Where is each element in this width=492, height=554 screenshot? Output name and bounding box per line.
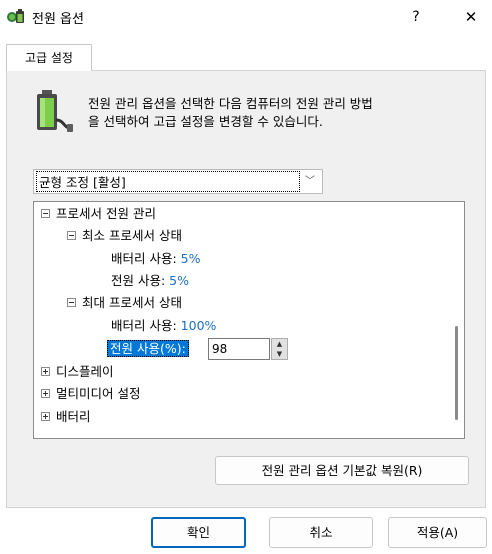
power-plan-dropdown[interactable]: 균형 조정 [활성] ﹀ — [33, 169, 323, 194]
setting-label: 배터리 사용: — [111, 251, 177, 266]
max-plugged-spinner[interactable]: ▲ ▼ — [208, 338, 294, 360]
expand-icon[interactable] — [41, 389, 50, 398]
setting-value[interactable]: 5% — [169, 273, 189, 288]
ok-button[interactable]: 확인 — [151, 517, 246, 548]
chevron-down-icon[interactable]: ﹀ — [298, 170, 322, 193]
help-button[interactable]: ? — [404, 6, 428, 28]
tree-item-max-processor-state[interactable]: 최대 프로세서 상태 — [67, 292, 182, 314]
tree-item-label: 프로세서 전원 관리 — [56, 206, 156, 221]
tree-item-label: 배터리 — [56, 409, 91, 424]
cancel-button[interactable]: 취소 — [269, 517, 373, 548]
tree-item-label: 디스플레이 — [56, 364, 114, 379]
advanced-settings-tree[interactable]: 프로세서 전원 관리 최소 프로세서 상태 배터리 사용: 5% 전원 사용: … — [33, 201, 465, 439]
description-line-1: 전원 관리 옵션을 선택한 다음 컴퓨터의 전원 관리 방법 — [88, 96, 373, 111]
scrollbar-thumb[interactable] — [455, 326, 458, 420]
tree-item-max-plugged[interactable]: 전원 사용(%): — [107, 338, 189, 360]
setting-label: 전원 사용: — [111, 273, 166, 288]
battery-plug-icon — [34, 90, 74, 134]
tab-advanced-settings[interactable]: 고급 설정 — [6, 44, 92, 71]
expand-icon[interactable] — [41, 412, 50, 421]
tree-item-min-battery[interactable]: 배터리 사용: 5% — [111, 248, 201, 270]
description-line-2: 을 선택하여 고급 설정을 변경할 수 있습니다. — [88, 114, 323, 129]
setting-value[interactable]: 5% — [181, 251, 201, 266]
collapse-icon[interactable] — [67, 231, 76, 240]
collapse-icon[interactable] — [67, 298, 76, 307]
tree-item-multimedia[interactable]: 멀티미디어 설정 — [41, 383, 140, 405]
expand-icon[interactable] — [41, 367, 50, 376]
tree-item-processor-power[interactable]: 프로세서 전원 관리 — [41, 203, 156, 225]
tree-item-label: 최대 프로세서 상태 — [82, 295, 182, 310]
close-button[interactable]: ✕ — [458, 6, 484, 28]
description-text: 전원 관리 옵션을 선택한 다음 컴퓨터의 전원 관리 방법 을 선택하여 고급… — [88, 95, 478, 131]
tree-item-battery[interactable]: 배터리 — [41, 406, 91, 428]
setting-label: 배터리 사용: — [111, 318, 177, 333]
tree-item-label: 멀티미디어 설정 — [56, 386, 141, 401]
spin-up-icon[interactable]: ▲ — [272, 339, 287, 349]
tree-item-max-battery[interactable]: 배터리 사용: 100% — [111, 315, 216, 337]
tree-item-min-plugged[interactable]: 전원 사용: 5% — [111, 270, 189, 292]
spin-down-icon[interactable]: ▼ — [272, 349, 287, 359]
power-options-icon — [6, 8, 26, 26]
max-plugged-input[interactable] — [208, 338, 270, 360]
window-title: 전원 옵션 — [32, 12, 84, 27]
spinner-buttons[interactable]: ▲ ▼ — [271, 338, 288, 360]
collapse-icon[interactable] — [41, 209, 50, 218]
power-plan-selected-value: 균형 조정 [활성] — [36, 171, 300, 192]
tree-item-label: 최소 프로세서 상태 — [82, 228, 182, 243]
tree-item-display[interactable]: 디스플레이 — [41, 361, 114, 383]
setting-value[interactable]: 100% — [181, 318, 217, 333]
selected-setting-label: 전원 사용(%): — [107, 340, 189, 357]
restore-defaults-button[interactable]: 전원 관리 옵션 기본값 복원(R) — [215, 456, 469, 485]
tree-scrollbar[interactable] — [452, 211, 462, 437]
apply-button[interactable]: 적용(A) — [388, 517, 487, 548]
tree-item-min-processor-state[interactable]: 최소 프로세서 상태 — [67, 225, 182, 247]
